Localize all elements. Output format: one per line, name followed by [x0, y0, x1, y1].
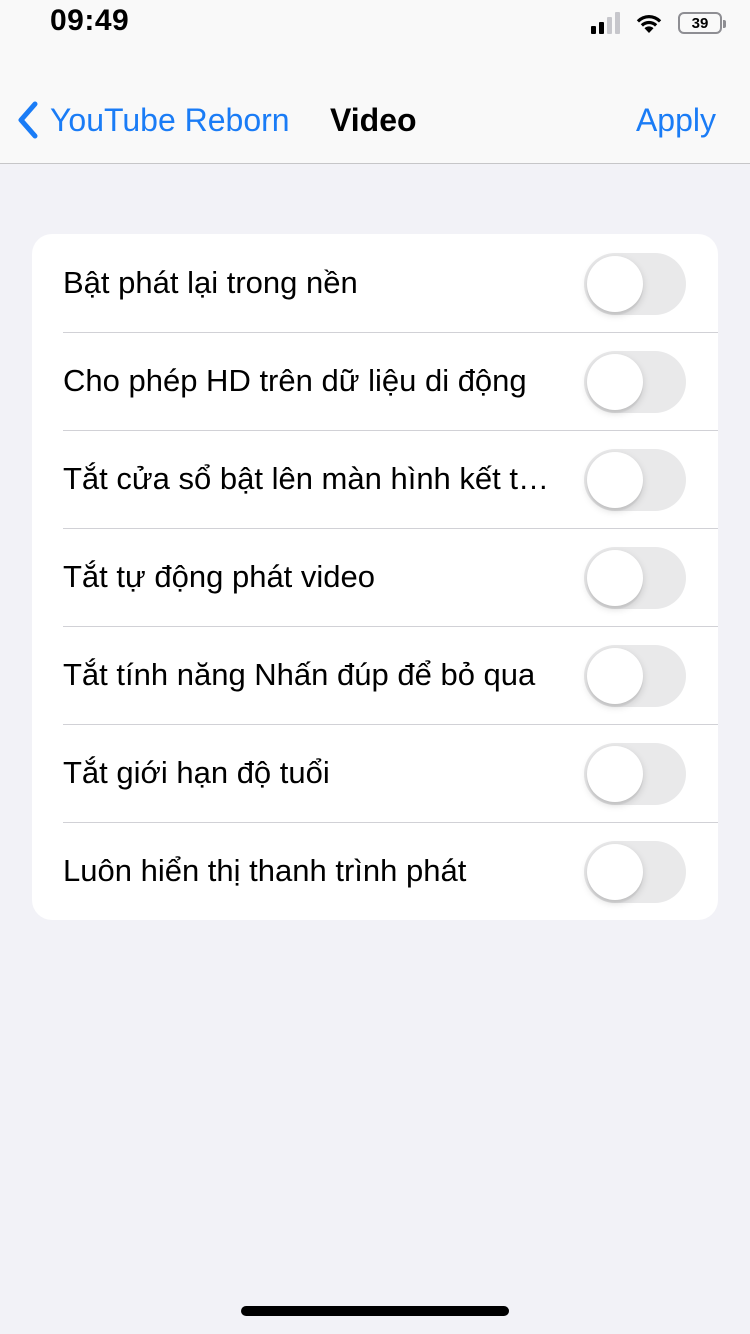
- setting-row-always-show-player-bar: Luôn hiển thị thanh trình phát: [32, 822, 718, 920]
- setting-label: Tắt tính năng Nhấn đúp để bỏ qua: [63, 657, 536, 692]
- setting-row-hd-cellular: Cho phép HD trên dữ liệu di động: [32, 332, 718, 430]
- wifi-icon: [636, 15, 662, 33]
- setting-row-end-screen-popup: Tắt cửa sổ bật lên màn hình kết thúc: [32, 430, 718, 528]
- setting-label: Luôn hiển thị thanh trình phát: [63, 853, 467, 888]
- autoplay-toggle[interactable]: [584, 547, 686, 609]
- page-title: Video: [330, 102, 417, 138]
- double-tap-toggle[interactable]: [584, 645, 686, 707]
- setting-label: Cho phép HD trên dữ liệu di động: [63, 363, 527, 398]
- setting-row-age-restriction: Tắt giới hạn độ tuổi: [32, 724, 718, 822]
- home-indicator: [241, 1306, 509, 1316]
- toggle-knob: [587, 452, 643, 508]
- back-button[interactable]: YouTube Reborn: [16, 98, 290, 142]
- battery-icon: 39: [678, 12, 726, 34]
- toggle-knob: [587, 354, 643, 410]
- navigation-bar: YouTube Reborn Video Apply: [0, 80, 750, 164]
- status-time: 09:49: [50, 4, 130, 37]
- end-screen-popup-toggle[interactable]: [584, 449, 686, 511]
- setting-label: Tắt tự động phát video: [63, 559, 376, 594]
- age-restriction-toggle[interactable]: [584, 743, 686, 805]
- status-bar: 09:49 39: [0, 0, 750, 80]
- toggle-knob: [587, 648, 643, 704]
- setting-label: Tắt giới hạn độ tuổi: [63, 755, 330, 790]
- toggle-knob: [587, 746, 643, 802]
- setting-row-background-playback: Bật phát lại trong nền: [32, 234, 718, 332]
- setting-row-double-tap: Tắt tính năng Nhấn đúp để bỏ qua: [32, 626, 718, 724]
- status-icons: 39: [591, 10, 726, 36]
- toggle-knob: [587, 550, 643, 606]
- setting-row-autoplay: Tắt tự động phát video: [32, 528, 718, 626]
- always-show-player-bar-toggle[interactable]: [584, 841, 686, 903]
- back-label: YouTube Reborn: [50, 101, 290, 138]
- toggle-knob: [587, 256, 643, 312]
- battery-level: 39: [691, 14, 709, 32]
- setting-label: Bật phát lại trong nền: [63, 265, 358, 300]
- background-playback-toggle[interactable]: [584, 253, 686, 315]
- toggle-knob: [587, 844, 643, 900]
- setting-label: Tắt cửa sổ bật lên màn hình kết thúc: [63, 461, 563, 496]
- hd-cellular-toggle[interactable]: [584, 351, 686, 413]
- cellular-signal-icon: [591, 12, 620, 34]
- settings-group: Bật phát lại trong nền Cho phép HD trên …: [32, 234, 718, 920]
- chevron-left-icon: [18, 101, 38, 139]
- apply-button[interactable]: Apply: [636, 102, 716, 139]
